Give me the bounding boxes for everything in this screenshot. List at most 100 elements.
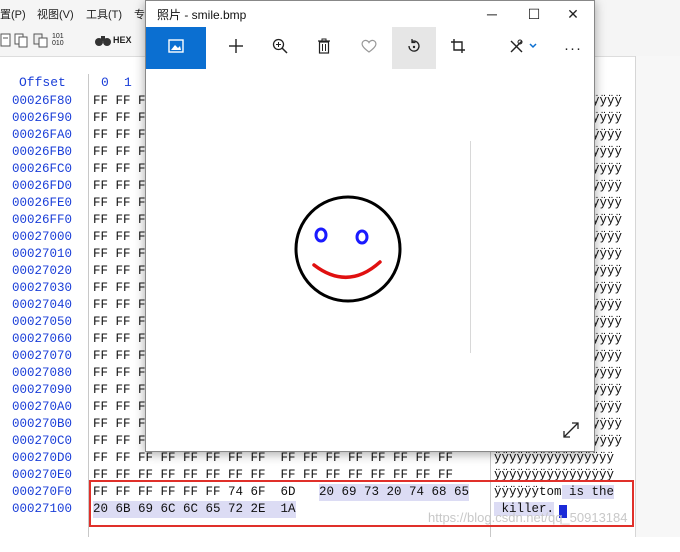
- offset-cell: 000270D0: [12, 451, 73, 465]
- hex-row-bytes: FF FF F: [93, 315, 146, 329]
- hex-row-bytes: FF FF F: [93, 111, 146, 125]
- binoculars-icon[interactable]: [94, 32, 112, 48]
- offset-cell: 00027010: [12, 247, 73, 261]
- right-eye: [355, 229, 369, 245]
- offset-cell: 00027050: [12, 315, 73, 329]
- offset-cell: 00027100: [12, 502, 73, 516]
- hex-row-bytes: FF FF F: [93, 434, 146, 448]
- hex-row-bytes: FF FF F: [93, 94, 146, 108]
- offset-cell: 00027070: [12, 349, 73, 363]
- fullscreen-button[interactable]: [562, 421, 580, 444]
- hex-row-bytes: FF FF F: [93, 332, 146, 346]
- offset-cell: 000270E0: [12, 468, 73, 482]
- offset-cell: 00026F80: [12, 94, 73, 108]
- hex-row-bytes: FF FF F: [93, 417, 146, 431]
- hex-row-bytes: FF FF F: [93, 162, 146, 176]
- offset-cell: 000270F0: [12, 485, 73, 499]
- crop-button[interactable]: [436, 27, 480, 69]
- add-icon: [228, 38, 244, 59]
- offset-cell: 00027040: [12, 298, 73, 312]
- crop-icon: [450, 38, 466, 59]
- hex-row-bytes: FF FF F: [93, 366, 146, 380]
- offset-cell: 00026F90: [12, 111, 73, 125]
- toolbar-paste-icon[interactable]: [33, 32, 49, 48]
- rotate-icon: [406, 38, 422, 59]
- offset-header: Offset: [19, 75, 66, 90]
- expand-icon: [562, 422, 580, 443]
- vertical-scrollbar[interactable]: [635, 56, 680, 537]
- toolbar-binary-button[interactable]: 101 010: [52, 33, 64, 49]
- column-header-0: 0: [101, 75, 109, 90]
- add-button[interactable]: [214, 27, 258, 69]
- offset-cell: 00026FD0: [12, 179, 73, 193]
- hex-row-bytes: FF FF F: [93, 145, 146, 159]
- image-viewer-canvas[interactable]: [146, 69, 594, 451]
- hex-row-270D0[interactable]: FF FF FF FF FF FF FF FF FF FF FF FF FF F…: [93, 450, 488, 467]
- more-button[interactable]: ···: [551, 27, 595, 69]
- toolbar-hex-search-button[interactable]: HEX: [113, 32, 132, 48]
- watermark: https://blog.csdn.net/qq_50913184: [428, 510, 628, 525]
- column-header-1: 1: [124, 75, 132, 90]
- view-image-button[interactable]: [146, 27, 206, 69]
- offset-cell: 000270A0: [12, 400, 73, 414]
- offset-cell: 00027020: [12, 264, 73, 278]
- toolbar-doc-icon[interactable]: [0, 32, 12, 48]
- photos-window: 照片 - smile.bmp ─ ☐ ✕ ···: [145, 0, 595, 452]
- viewer-divider: [470, 141, 471, 353]
- hex-row-bytes: FF FF F: [93, 264, 146, 278]
- offset-cell: 00027090: [12, 383, 73, 397]
- hex-row-bytes: FF FF F: [93, 128, 146, 142]
- offset-cell: 00026FC0: [12, 162, 73, 176]
- hex-row-bytes: FF FF F: [93, 383, 146, 397]
- smile-image: [294, 195, 402, 303]
- offset-cell: 000270C0: [12, 434, 73, 448]
- favorite-button[interactable]: [347, 27, 391, 69]
- offset-cell: 00027000: [12, 230, 73, 244]
- close-button[interactable]: ✕: [551, 1, 595, 27]
- left-eye: [314, 227, 328, 243]
- hex-row-bytes: FF FF F: [93, 400, 146, 414]
- hex-row-bytes: FF FF F: [93, 230, 146, 244]
- mouth: [312, 260, 382, 279]
- offset-cell: 00027080: [12, 366, 73, 380]
- offset-cell: 00026FA0: [12, 128, 73, 142]
- offset-cell: 00027030: [12, 281, 73, 295]
- title-bar[interactable]: 照片 - smile.bmp ─ ☐ ✕: [146, 1, 594, 27]
- menu-item-tools[interactable]: 工具(T): [86, 6, 122, 22]
- offset-cell: 00026FE0: [12, 196, 73, 210]
- hex-row-bytes: FF FF F: [93, 179, 146, 193]
- menu-item-special[interactable]: 专: [134, 6, 145, 22]
- offset-cell: 000270B0: [12, 417, 73, 431]
- view-image-icon: [168, 38, 184, 58]
- menu-item-position[interactable]: 置(P): [0, 6, 26, 22]
- maximize-button[interactable]: ☐: [512, 1, 556, 27]
- rotate-button[interactable]: [392, 27, 436, 69]
- menu-item-view[interactable]: 视图(V): [37, 6, 74, 22]
- minimize-button[interactable]: ─: [470, 1, 514, 27]
- command-bar: ···: [146, 27, 594, 69]
- ascii-row-270D0: ÿÿÿÿÿÿÿÿÿÿÿÿÿÿÿÿ: [494, 451, 615, 465]
- offset-divider: [88, 74, 89, 537]
- hex-row-bytes: FF FF F: [93, 349, 146, 363]
- toolbar-copy-icon[interactable]: [14, 32, 30, 48]
- offset-column: 00026F80 00026F90 00026FA0 00026FB0 0002…: [0, 93, 86, 518]
- offset-cell: 00026FF0: [12, 213, 73, 227]
- hex-row-bytes: FF FF FF FF FF FF FF FF FF FF FF FF FF F…: [93, 451, 454, 465]
- zoom-in-icon: [272, 38, 288, 59]
- delete-button[interactable]: [302, 27, 346, 69]
- hex-row-bytes: FF FF F: [93, 281, 146, 295]
- hex-row-bytes: FF FF F: [93, 196, 146, 210]
- hex-row-bytes: FF FF F: [93, 298, 146, 312]
- delete-icon: [317, 38, 331, 59]
- offset-cell: 00027060: [12, 332, 73, 346]
- offset-cell: 00026FB0: [12, 145, 73, 159]
- window-title: 照片 - smile.bmp: [157, 8, 247, 22]
- edit-draw-button[interactable]: [498, 27, 548, 69]
- hex-row-bytes: FF FF F: [93, 213, 146, 227]
- edit-draw-icon: [508, 38, 538, 59]
- face-outline: [294, 195, 402, 303]
- hex-row-bytes: FF FF F: [93, 247, 146, 261]
- favorite-icon: [361, 39, 377, 58]
- zoom-in-button[interactable]: [258, 27, 302, 69]
- more-icon: ···: [564, 39, 582, 57]
